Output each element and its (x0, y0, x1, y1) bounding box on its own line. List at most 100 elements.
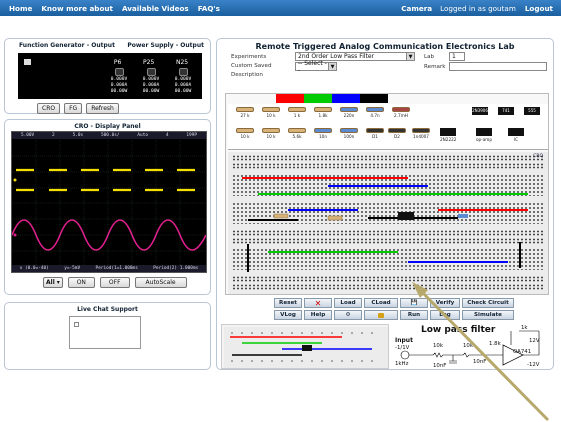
wire-color-swatches (276, 94, 388, 103)
component-item[interactable]: 10 k (262, 128, 280, 139)
meter-value: 0.000A (110, 83, 128, 88)
lock-icon-shape (378, 312, 384, 318)
lab-panel: Remote Triggered Analog Communication El… (216, 38, 554, 370)
custom-saved-select-value: -- Select -- (298, 59, 327, 74)
component-item[interactable]: 2.7mH (392, 107, 410, 118)
chat-box[interactable] (69, 316, 141, 349)
scope-readout: Auto (137, 133, 148, 138)
lock-icon[interactable] (364, 310, 398, 320)
live-chat-title: Live Chat Support (77, 306, 138, 313)
reset-button[interactable]: Reset (274, 298, 302, 308)
scope-readout: y=-5mV (64, 266, 81, 271)
cro-button[interactable]: CRO (37, 103, 61, 114)
delete-icon[interactable]: ✕ (304, 298, 332, 308)
lab-number-field[interactable]: 1 (449, 52, 465, 61)
run-button[interactable]: Run (400, 310, 428, 320)
off-button[interactable]: OFF (99, 277, 130, 288)
nav-faqs-link[interactable]: FAQ's (198, 4, 220, 13)
chevron-down-icon: ▾ (56, 279, 60, 286)
p6-knob[interactable] (114, 68, 124, 76)
component-tray: 27 k 10 k 1 k 1.8k 220n 4.7n 2.7mH 10 k … (228, 104, 548, 150)
save-icon[interactable]: 💾 (400, 298, 428, 308)
square-wave-trace (16, 168, 195, 192)
component-item[interactable]: 27 k (236, 107, 254, 118)
generator-icon (24, 59, 31, 65)
nav-right: Camera Logged in as goutam Logout (392, 4, 561, 13)
component-item[interactable]: D1 (366, 128, 384, 139)
vlog-button[interactable]: VLog (274, 310, 302, 320)
cro-controls: All ▾ ON OFF AutoScale (43, 277, 187, 288)
breadboard-workspace[interactable]: 27 k 10 k 1 k 1.8k 220n 4.7n 2.7mH 10 k … (225, 93, 549, 295)
lab-title: Remote Triggered Analog Communication El… (255, 42, 515, 51)
nav-logout-link[interactable]: Logout (525, 4, 553, 13)
component-item[interactable]: 220n (340, 107, 358, 118)
custom-saved-label: Custom Saved (231, 63, 272, 69)
component-item[interactable]: 1.8k (314, 107, 332, 118)
component-item[interactable]: 741 (498, 107, 514, 116)
chevron-down-icon: ▼ (406, 53, 414, 60)
component-item[interactable]: D2 (388, 128, 406, 139)
power-meters: P6 P25 N25 0.000V 0.000V 0.000V 0.000A 0… (103, 59, 199, 94)
meter-value: 0.000V (174, 77, 192, 82)
blue-wire-swatch[interactable] (332, 94, 360, 103)
simulate-button[interactable]: Simulate (462, 310, 514, 320)
component-item[interactable]: 10 k (262, 107, 280, 118)
log-button[interactable]: Log (430, 310, 460, 320)
component-item[interactable]: IC (508, 128, 524, 142)
gear-icon: ⚙ (345, 312, 351, 318)
experiments-label: Experiments (231, 54, 267, 60)
chevron-down-icon: ▼ (328, 63, 336, 70)
chat-image-icon (74, 322, 79, 327)
nav-camera-link[interactable]: Camera (401, 4, 432, 13)
function-generator-title: Function Generator - Output (19, 42, 115, 49)
meter-value: 0.000V (110, 77, 128, 82)
scope-readout: 5.00V (20, 133, 35, 138)
scope-readout: 4 (165, 133, 169, 138)
component-item[interactable]: 2N3906 (472, 107, 488, 116)
on-button[interactable]: ON (67, 277, 95, 288)
description-label: Description (231, 72, 263, 78)
meter-value: 00.00W (110, 89, 128, 94)
filter-circuit-drawing (400, 330, 540, 366)
nav-videos-link[interactable]: Available Videos (122, 4, 189, 13)
meter-value: 00.00W (142, 89, 160, 94)
settings-icon[interactable]: ⚙ (334, 310, 362, 320)
scope-readout: Period(2) 1.000ms (153, 266, 199, 271)
fg-button[interactable]: FG (64, 103, 83, 114)
function-generator-panel: Function Generator - Output Power Supply… (4, 38, 211, 114)
channel-select[interactable]: All ▾ (43, 277, 63, 288)
refresh-button[interactable]: Refresh (86, 103, 119, 114)
component-item[interactable]: 2N2222 (440, 128, 456, 142)
top-nav: Home Know more about Available Videos FA… (0, 0, 561, 16)
component-item[interactable]: op-amp (476, 128, 492, 142)
help-button[interactable]: Help (304, 310, 332, 320)
black-wire-swatch[interactable] (360, 94, 388, 103)
remark-field[interactable] (449, 62, 547, 71)
scope-readout: Period(1=1.000ms (95, 266, 138, 271)
verify-button[interactable]: Verify (430, 298, 460, 308)
meter-value: 0.000A (174, 83, 192, 88)
channel-select-value: All (46, 279, 55, 286)
component-item[interactable]: 100n (340, 128, 358, 139)
component-item[interactable]: 1n4007 (412, 128, 430, 139)
component-item[interactable]: 4.7n (366, 107, 384, 118)
green-wire-swatch[interactable] (304, 94, 332, 103)
check-circuit-button[interactable]: Check Circuit (462, 298, 514, 308)
custom-saved-select[interactable]: -- Select -- ▼ (295, 59, 337, 74)
component-item[interactable]: 5.6k (288, 128, 306, 139)
red-wire-swatch[interactable] (276, 94, 304, 103)
load-button[interactable]: Load (334, 298, 362, 308)
component-item[interactable]: 10n (314, 128, 332, 139)
power-supply-title: Power Supply - Output (127, 42, 204, 49)
cro-panel: CRO - Display Panel 5.00V 2 5.0s 500.0s/… (4, 119, 211, 295)
component-item[interactable]: 10 k (236, 128, 254, 139)
breadboard[interactable]: CRO (228, 152, 548, 294)
p25-knob[interactable] (146, 68, 156, 76)
cload-button[interactable]: CLoad (364, 298, 398, 308)
nav-home-link[interactable]: Home (9, 4, 32, 13)
n25-knob[interactable] (178, 68, 188, 76)
component-item[interactable]: 1 k (288, 107, 306, 118)
component-item[interactable]: 555 (524, 107, 540, 116)
nav-know-more-link[interactable]: Know more about (41, 4, 113, 13)
autoscale-button[interactable]: AutoScale (134, 277, 187, 288)
